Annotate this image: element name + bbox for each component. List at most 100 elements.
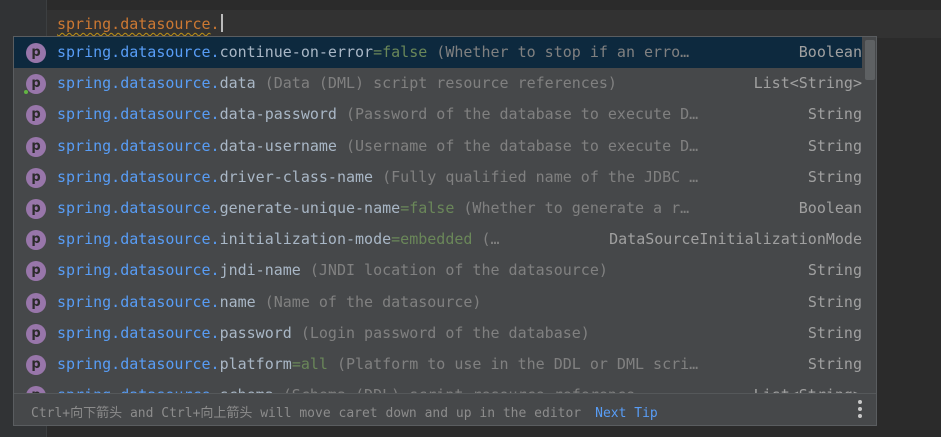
typed-dot: . xyxy=(210,15,220,33)
item-name: name xyxy=(219,292,256,311)
property-icon: p xyxy=(26,43,46,63)
item-description: (… xyxy=(472,230,500,249)
scrollbar-thumb[interactable] xyxy=(865,40,875,80)
property-icon: p xyxy=(26,355,46,375)
completion-item-data-username[interactable]: p spring.datasource.data-username (Userna… xyxy=(14,131,862,162)
completion-item-text: spring.datasource.schema (Schema (DDL) s… xyxy=(57,380,644,393)
item-name: jndi-name xyxy=(219,261,301,280)
item-type: String xyxy=(807,105,862,124)
navigation-hint: Ctrl+向下箭头 and Ctrl+向上箭头 will move caret … xyxy=(31,402,658,421)
completion-item-platform[interactable]: p spring.datasource.platform=all (Platfor… xyxy=(14,349,862,380)
completion-item-generate-unique-name[interactable]: p spring.datasource.generate-unique-name=… xyxy=(14,193,862,224)
property-icon: p xyxy=(26,74,46,95)
item-name: platform xyxy=(219,355,292,373)
typed-property-key: spring.datasource xyxy=(57,15,211,33)
item-name: data-password xyxy=(219,105,337,124)
completion-item-data[interactable]: p spring.datasource.data (Data (DML) scri… xyxy=(14,68,862,99)
item-type: List<String> xyxy=(753,74,862,93)
item-type: String xyxy=(807,136,862,155)
item-default: =embedded xyxy=(391,230,473,249)
completion-item-text: spring.datasource.name (Name of the data… xyxy=(57,287,481,318)
recent-indicator-icon xyxy=(24,90,28,95)
completion-item-text: spring.datasource.initialization-mode=em… xyxy=(57,224,500,255)
item-description: (Fully qualified name of the JDBC … xyxy=(373,167,699,186)
item-prefix: spring.datasource. xyxy=(57,230,220,249)
item-type: DataSourceInitializationMode xyxy=(609,230,862,249)
item-name: initialization-mode xyxy=(219,230,392,249)
hint-text: Ctrl+向下箭头 and Ctrl+向上箭头 will move caret … xyxy=(31,406,582,421)
item-prefix: spring.datasource. xyxy=(57,323,220,342)
property-icon: p xyxy=(26,261,46,282)
completion-item-text: spring.datasource.generate-unique-name=f… xyxy=(57,193,689,224)
item-name: continue-on-error xyxy=(219,43,374,61)
item-prefix: spring.datasource. xyxy=(57,136,220,155)
item-prefix: spring.datasource. xyxy=(57,355,220,373)
item-default: =false xyxy=(373,43,428,61)
completion-item-text: spring.datasource.platform=all (Platform… xyxy=(57,349,698,380)
property-icon: p xyxy=(26,230,46,251)
completion-item-driver-class-name[interactable]: p spring.datasource.driver-class-name (Fu… xyxy=(14,162,862,193)
completion-item-text: spring.datasource.jndi-name (JNDI locati… xyxy=(57,255,608,286)
item-description: (Name of the datasource) xyxy=(255,292,482,311)
completion-item-initialization-mode[interactable]: p spring.datasource.initialization-mode=e… xyxy=(14,224,862,255)
property-icon: p xyxy=(26,199,46,219)
item-prefix: spring.datasource. xyxy=(57,199,220,217)
editor-input-line[interactable]: spring.datasource. xyxy=(57,14,223,34)
item-type: Boolean xyxy=(798,43,862,61)
item-type: String xyxy=(807,323,862,342)
completion-item-text: spring.datasource.password (Login passwo… xyxy=(57,318,590,349)
item-type: List<String> xyxy=(754,380,862,393)
item-type: String xyxy=(807,355,862,373)
item-description: (Login password of the database) xyxy=(291,323,590,342)
completion-item-text: spring.datasource.data-username (Usernam… xyxy=(57,131,698,162)
item-name: driver-class-name xyxy=(219,167,374,186)
completion-item-name[interactable]: p spring.datasource.name (Name of the dat… xyxy=(14,287,862,318)
item-name: schema xyxy=(220,386,274,393)
completion-item-schema[interactable]: p spring.datasource.schema (Schema (DDL) … xyxy=(14,380,862,393)
item-prefix: spring.datasource. xyxy=(57,74,220,93)
item-name: data xyxy=(219,74,256,93)
completion-scrollbar[interactable] xyxy=(863,37,876,393)
property-icon: p xyxy=(26,386,46,393)
item-description: (Schema (DDL) script resource reference… xyxy=(274,386,644,393)
item-default: =false xyxy=(400,199,455,217)
completion-item-jndi-name[interactable]: p spring.datasource.jndi-name (JNDI locat… xyxy=(14,255,862,286)
item-prefix: spring.datasource. xyxy=(57,167,220,186)
completion-item-text: spring.datasource.data-password (Passwor… xyxy=(57,99,698,130)
completion-item-data-password[interactable]: p spring.datasource.data-password (Passwo… xyxy=(14,99,862,130)
completion-list: p spring.datasource.continue-on-error=fal… xyxy=(14,37,862,393)
item-prefix: spring.datasource. xyxy=(57,43,220,61)
item-type: String xyxy=(807,167,862,186)
property-icon: p xyxy=(26,105,46,126)
item-prefix: spring.datasource. xyxy=(57,386,220,393)
item-description: (Whether to stop if an erro… xyxy=(427,43,690,61)
property-icon: p xyxy=(26,292,46,313)
item-default: =all xyxy=(291,355,328,373)
item-name: data-username xyxy=(219,136,337,155)
item-description: (Password of the database to execute D… xyxy=(336,105,699,124)
completion-item-text: spring.datasource.continue-on-error=fals… xyxy=(57,37,689,68)
item-description: (Data (DML) script resource references) xyxy=(255,74,617,93)
item-type: String xyxy=(807,261,862,280)
completion-item-text: spring.datasource.driver-class-name (Ful… xyxy=(57,162,698,193)
more-options-icon[interactable] xyxy=(857,400,863,420)
property-icon: p xyxy=(26,136,46,157)
property-icon: p xyxy=(26,167,46,188)
completion-item-continue-on-error[interactable]: p spring.datasource.continue-on-error=fal… xyxy=(14,37,862,68)
item-description: (Platform to use in the DDL or DML scri… xyxy=(327,355,699,373)
completion-footer: Ctrl+向下箭头 and Ctrl+向上箭头 will move caret … xyxy=(14,393,876,425)
item-type: Boolean xyxy=(798,199,862,217)
completion-item-password[interactable]: p spring.datasource.password (Login passw… xyxy=(14,318,862,349)
item-prefix: spring.datasource. xyxy=(57,292,220,311)
property-icon: p xyxy=(26,323,46,344)
next-tip-link[interactable]: Next Tip xyxy=(595,406,658,421)
item-prefix: spring.datasource. xyxy=(57,105,220,124)
completion-item-text: spring.datasource.data (Data (DML) scrip… xyxy=(57,68,617,99)
item-description: (Username of the database to execute D… xyxy=(336,136,699,155)
item-name: password xyxy=(219,323,292,342)
item-type: String xyxy=(807,292,862,311)
item-description: (JNDI location of the datasource) xyxy=(300,261,608,280)
text-caret xyxy=(220,14,223,32)
completion-popup: p spring.datasource.continue-on-error=fal… xyxy=(13,36,877,426)
item-prefix: spring.datasource. xyxy=(57,261,220,280)
